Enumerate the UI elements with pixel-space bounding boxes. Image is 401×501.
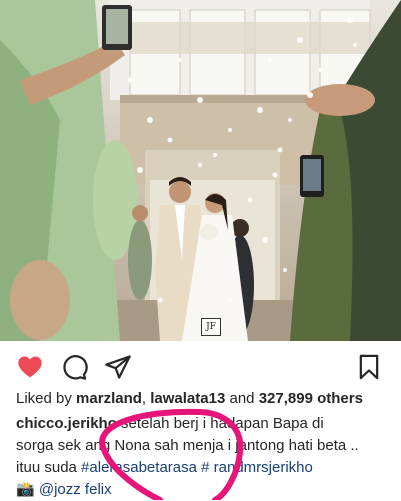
- likes-count-link[interactable]: 327,899 others: [259, 390, 363, 407]
- comment-icon: [63, 355, 88, 380]
- likes-summary: Liked by marzland, lawalata13 and 327,89…: [16, 390, 363, 408]
- caption-line-4: 📸 @jozz felix: [16, 479, 396, 501]
- liker-user-link[interactable]: marzland: [76, 390, 142, 407]
- bookmark-icon: [359, 354, 379, 380]
- wedding-photo-illustration: [0, 0, 401, 341]
- likes-separator: ,: [141, 390, 151, 407]
- like-button[interactable]: [16, 353, 44, 381]
- heart-icon: [18, 356, 42, 378]
- likes-and: and: [225, 390, 259, 407]
- save-button[interactable]: [355, 353, 383, 381]
- post-action-bar: [0, 341, 401, 391]
- likes-prefix: Liked by: [16, 390, 77, 407]
- caption-text: setelah berj i hadapan Bapa di: [116, 415, 324, 432]
- mention-link[interactable]: @jozz felix: [39, 481, 112, 498]
- hashtag-link[interactable]: #alerasabetarasa: [81, 459, 197, 476]
- share-icon: [105, 355, 131, 379]
- liker-user-link[interactable]: lawalata13: [150, 390, 225, 407]
- post-caption: chicco.jerikho setelah berj i hadapan Ba…: [16, 413, 396, 501]
- caption-line-2: sorga sek ang Nona sah menja i jantong h…: [16, 437, 359, 454]
- photo-watermark: JF: [201, 318, 221, 336]
- share-button[interactable]: [104, 353, 132, 381]
- camera-emoji-icon: 📸: [16, 481, 35, 498]
- caption-line-1: chicco.jerikho setelah berj i hadapan Ba…: [16, 413, 396, 435]
- hashtag-link[interactable]: # randmrsjerikho: [201, 459, 313, 476]
- comment-button[interactable]: [60, 353, 88, 381]
- caption-text: ituu suda: [16, 459, 82, 476]
- post-photo[interactable]: JF: [0, 0, 401, 341]
- caption-username-link[interactable]: chicco.jerikho: [16, 415, 117, 432]
- caption-line-3: ituu suda #alerasabetarasa # randmrsjeri…: [16, 457, 396, 479]
